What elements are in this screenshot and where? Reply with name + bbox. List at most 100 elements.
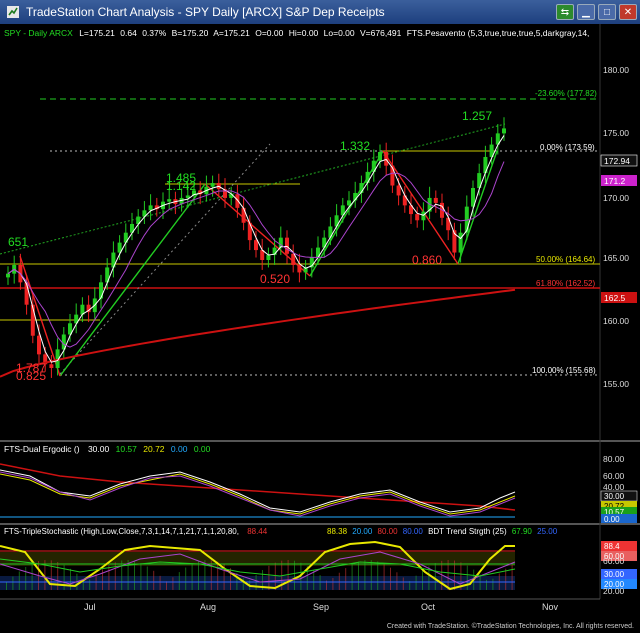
stoch-bar bbox=[25, 567, 27, 590]
symbol-label: SPY - Daily ARCX bbox=[4, 28, 73, 38]
stoch-bar bbox=[396, 572, 398, 590]
bdt-label: BDT Trend Strgth (25) bbox=[428, 527, 507, 536]
swing-line-down0 bbox=[19, 255, 61, 377]
ergodic-v5: 0.00 bbox=[194, 444, 211, 454]
chart-area[interactable]: SPY - Daily ARCX L=175.21 0.64 0.37% B=1… bbox=[0, 24, 640, 621]
stoch-bar bbox=[466, 565, 468, 590]
ergodic-badge-text: 30.00 bbox=[604, 492, 625, 501]
window-titlebar: TradeStation Chart Analysis - SPY Daily … bbox=[0, 0, 640, 24]
stoch-bar bbox=[217, 561, 219, 590]
candle-body bbox=[502, 128, 506, 134]
stoch-v2: 88.38 bbox=[327, 527, 348, 536]
candle-body bbox=[37, 335, 41, 355]
stoch-bar bbox=[236, 572, 238, 590]
candle-body bbox=[167, 199, 172, 202]
price-tick: 180.00 bbox=[603, 65, 629, 75]
ratio-label-1257: 1.257 bbox=[462, 109, 492, 123]
last-value: L=175.21 bbox=[79, 28, 115, 38]
stoch-values: 88.38 20.00 80.00 80.00 BDT Trend Strgth… bbox=[327, 527, 558, 536]
magenta-badge-text: 171.2 bbox=[604, 176, 626, 186]
price-axis[interactable]: 180.00 175.00 170.00 165.00 160.00 155.0… bbox=[600, 65, 638, 389]
chart-svg[interactable]: SPY - Daily ARCX L=175.21 0.64 0.37% B=1… bbox=[0, 24, 640, 621]
pct-value: 0.37% bbox=[142, 28, 167, 38]
footer-credit: Created with TradeStation. ©TradeStation… bbox=[0, 621, 640, 633]
candle-body bbox=[241, 207, 246, 223]
window-title: TradeStation Chart Analysis - SPY Daily … bbox=[26, 5, 385, 19]
price-tick: 165.00 bbox=[603, 253, 629, 263]
stoch-bar bbox=[351, 564, 353, 590]
stoch-bar bbox=[415, 575, 417, 590]
ratio-label-0825: 0.825 bbox=[16, 369, 46, 383]
candle-body bbox=[99, 282, 103, 299]
ask-value: A=175.21 bbox=[213, 28, 250, 38]
swing-line-up1 bbox=[59, 183, 206, 377]
stoch-bar bbox=[454, 560, 455, 590]
candle-body bbox=[148, 205, 153, 211]
last-price-badge-text: 172.94 bbox=[604, 156, 630, 166]
maximize-button[interactable]: □ bbox=[598, 4, 616, 20]
stoch-bar bbox=[159, 575, 161, 590]
ratio-label-1332: 1.332 bbox=[340, 139, 370, 153]
ergodic-v1: 30.00 bbox=[88, 444, 110, 454]
fib-label-0: 0.00% (173.59) bbox=[540, 143, 595, 152]
stoch-bar bbox=[50, 560, 52, 590]
minimize-button[interactable]: ▁ bbox=[577, 4, 595, 20]
stoch-bar bbox=[31, 563, 33, 590]
candle-body bbox=[384, 152, 389, 166]
ergodic-v4: 0.00 bbox=[171, 444, 188, 454]
candle-body bbox=[235, 194, 240, 208]
price-header: SPY - Daily ARCX L=175.21 0.64 0.37% B=1… bbox=[4, 28, 589, 38]
ergodic-v2: 10.57 bbox=[116, 444, 138, 454]
maximize-icon: □ bbox=[603, 6, 611, 18]
stoch-badge-text: 30.00 bbox=[604, 570, 625, 579]
swing-line-up3 bbox=[457, 150, 498, 265]
stoch-bar bbox=[172, 577, 174, 590]
stoch-bar bbox=[447, 560, 449, 590]
month-label-nov: Nov bbox=[542, 602, 559, 612]
stoch-bar bbox=[377, 561, 379, 590]
candle-body bbox=[396, 185, 401, 196]
candle-body bbox=[458, 232, 463, 253]
stoch-bar bbox=[108, 565, 110, 590]
month-label-oct: Oct bbox=[421, 602, 436, 612]
candle-body bbox=[247, 222, 252, 241]
candle-body bbox=[254, 240, 258, 251]
stoch-bar bbox=[268, 565, 270, 590]
candle-body bbox=[297, 264, 302, 273]
bdt-v2: 25.00 bbox=[537, 527, 558, 536]
stoch-bar bbox=[294, 560, 295, 590]
stoch-bar bbox=[210, 560, 212, 590]
stoch-header: FTS-TripleStochastic (High,Low,Close,7,3… bbox=[4, 527, 268, 536]
close-icon: ✕ bbox=[623, 6, 633, 18]
ergodic-tick: 80.00 bbox=[603, 454, 625, 464]
tradestation-app-icon bbox=[7, 6, 19, 18]
link-button[interactable]: ⇆ bbox=[556, 4, 574, 20]
price-tick: 155.00 bbox=[603, 379, 629, 389]
ratio-label-651: 651 bbox=[8, 235, 28, 249]
stoch-bar bbox=[134, 560, 135, 590]
fib-label-50: 50.00% (164.64) bbox=[536, 255, 595, 264]
stoch-bar bbox=[345, 568, 347, 590]
month-label-aug: Aug bbox=[200, 602, 216, 612]
close-button[interactable]: ✕ bbox=[619, 4, 637, 20]
stoch-title: FTS-TripleStochastic (High,Low,Close,7,3… bbox=[4, 527, 239, 536]
ergodic-header: FTS-Dual Ergodic () 30.00 10.57 20.72 0.… bbox=[4, 444, 211, 454]
bdt-v1: 67.90 bbox=[512, 527, 533, 536]
ratio-label-0860: 0.860 bbox=[412, 253, 442, 267]
ergodic-red-line bbox=[0, 463, 516, 511]
stoch-bar bbox=[390, 567, 391, 590]
price-tick: 170.00 bbox=[603, 193, 629, 203]
stoch-bar bbox=[364, 560, 366, 590]
stoch-bar bbox=[121, 560, 123, 590]
ratio-label-0520: 0.520 bbox=[260, 272, 290, 286]
ergodic-tick: 60.00 bbox=[603, 471, 625, 481]
stoch-v4: 80.00 bbox=[378, 527, 399, 536]
stoch-bar bbox=[6, 582, 7, 590]
date-axis[interactable]: Jul Aug Sep Oct Nov bbox=[84, 602, 559, 612]
stoch-tick: 60.00 bbox=[603, 556, 625, 566]
fib-label-100: 100.00% (155.68) bbox=[532, 366, 596, 375]
stoch-bar bbox=[127, 560, 129, 590]
stoch-bar bbox=[358, 561, 359, 590]
stoch-bar bbox=[191, 563, 193, 590]
stoch-bar bbox=[505, 568, 507, 590]
